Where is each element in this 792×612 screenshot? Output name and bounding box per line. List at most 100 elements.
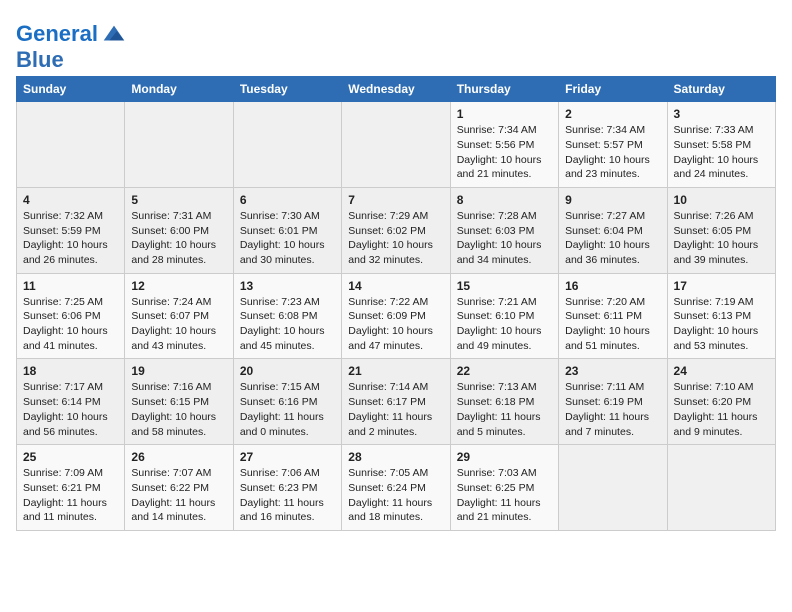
day-info-line: Daylight: 10 hours bbox=[23, 238, 118, 253]
day-number: 27 bbox=[240, 450, 335, 464]
day-info-line: Daylight: 11 hours bbox=[457, 410, 552, 425]
day-info-line: Sunset: 6:04 PM bbox=[565, 224, 660, 239]
day-info-line: Sunset: 6:03 PM bbox=[457, 224, 552, 239]
day-info-line: Sunset: 6:11 PM bbox=[565, 309, 660, 324]
day-info-line: Daylight: 10 hours bbox=[348, 238, 443, 253]
day-info-line: and 23 minutes. bbox=[565, 167, 660, 182]
day-info-line: Daylight: 11 hours bbox=[457, 496, 552, 511]
day-info-line: and 7 minutes. bbox=[565, 425, 660, 440]
calendar-cell: 18Sunrise: 7:17 AMSunset: 6:14 PMDayligh… bbox=[17, 359, 125, 445]
calendar-cell: 12Sunrise: 7:24 AMSunset: 6:07 PMDayligh… bbox=[125, 273, 233, 359]
day-info-line: Daylight: 11 hours bbox=[565, 410, 660, 425]
calendar-cell: 8Sunrise: 7:28 AMSunset: 6:03 PMDaylight… bbox=[450, 187, 558, 273]
day-number: 25 bbox=[23, 450, 118, 464]
day-info-line: Daylight: 11 hours bbox=[348, 496, 443, 511]
day-info-line: Sunrise: 7:19 AM bbox=[674, 295, 769, 310]
day-info-line: Daylight: 11 hours bbox=[23, 496, 118, 511]
day-info-line: Daylight: 11 hours bbox=[240, 496, 335, 511]
day-info-line: Sunset: 6:21 PM bbox=[23, 481, 118, 496]
day-info-line: Sunset: 6:20 PM bbox=[674, 395, 769, 410]
logo-text-2: Blue bbox=[16, 48, 128, 72]
logo-icon bbox=[100, 20, 128, 48]
day-info-line: Daylight: 10 hours bbox=[457, 324, 552, 339]
day-number: 12 bbox=[131, 279, 226, 293]
day-info-line: Sunrise: 7:30 AM bbox=[240, 209, 335, 224]
day-info-line: Daylight: 10 hours bbox=[23, 410, 118, 425]
day-info-line: and 21 minutes. bbox=[457, 167, 552, 182]
day-number: 18 bbox=[23, 364, 118, 378]
day-info-line: Sunset: 5:58 PM bbox=[674, 138, 769, 153]
day-info-line: Sunset: 6:23 PM bbox=[240, 481, 335, 496]
day-number: 1 bbox=[457, 107, 552, 121]
calendar-cell bbox=[17, 102, 125, 188]
week-row-4: 18Sunrise: 7:17 AMSunset: 6:14 PMDayligh… bbox=[17, 359, 776, 445]
day-info-line: Sunset: 5:59 PM bbox=[23, 224, 118, 239]
calendar-cell: 11Sunrise: 7:25 AMSunset: 6:06 PMDayligh… bbox=[17, 273, 125, 359]
day-number: 28 bbox=[348, 450, 443, 464]
day-info-line: and 14 minutes. bbox=[131, 510, 226, 525]
day-info-line: Sunset: 6:06 PM bbox=[23, 309, 118, 324]
calendar-cell: 28Sunrise: 7:05 AMSunset: 6:24 PMDayligh… bbox=[342, 445, 450, 531]
day-info-line: and 16 minutes. bbox=[240, 510, 335, 525]
day-info-line: Sunset: 6:01 PM bbox=[240, 224, 335, 239]
logo: General Blue bbox=[16, 20, 128, 72]
calendar-cell bbox=[342, 102, 450, 188]
day-info-line: Daylight: 10 hours bbox=[348, 324, 443, 339]
calendar-cell: 17Sunrise: 7:19 AMSunset: 6:13 PMDayligh… bbox=[667, 273, 775, 359]
day-number: 21 bbox=[348, 364, 443, 378]
day-info-line: Sunrise: 7:17 AM bbox=[23, 380, 118, 395]
day-info-line: Daylight: 10 hours bbox=[674, 238, 769, 253]
day-info-line: Daylight: 10 hours bbox=[23, 324, 118, 339]
day-info-line: Sunrise: 7:34 AM bbox=[457, 123, 552, 138]
day-number: 26 bbox=[131, 450, 226, 464]
day-info-line: Sunrise: 7:25 AM bbox=[23, 295, 118, 310]
day-info-line: and 47 minutes. bbox=[348, 339, 443, 354]
day-info-line: Daylight: 10 hours bbox=[457, 153, 552, 168]
day-info-line: Sunrise: 7:31 AM bbox=[131, 209, 226, 224]
calendar-cell: 21Sunrise: 7:14 AMSunset: 6:17 PMDayligh… bbox=[342, 359, 450, 445]
day-info-line: and 5 minutes. bbox=[457, 425, 552, 440]
day-info-line: Daylight: 11 hours bbox=[674, 410, 769, 425]
day-info-line: Daylight: 10 hours bbox=[240, 238, 335, 253]
day-number: 16 bbox=[565, 279, 660, 293]
day-info-line: Daylight: 10 hours bbox=[565, 153, 660, 168]
day-info-line: Sunset: 6:07 PM bbox=[131, 309, 226, 324]
day-info-line: Sunset: 5:56 PM bbox=[457, 138, 552, 153]
day-info-line: Sunrise: 7:26 AM bbox=[674, 209, 769, 224]
day-number: 29 bbox=[457, 450, 552, 464]
day-info-line: Daylight: 10 hours bbox=[565, 324, 660, 339]
day-number: 17 bbox=[674, 279, 769, 293]
calendar-table: SundayMondayTuesdayWednesdayThursdayFrid… bbox=[16, 76, 776, 531]
day-number: 13 bbox=[240, 279, 335, 293]
calendar-cell: 13 Sunrise: 7:23 AMSunset: 6:08 PMDayligh… bbox=[233, 273, 341, 359]
calendar-cell: 26Sunrise: 7:07 AMSunset: 6:22 PMDayligh… bbox=[125, 445, 233, 531]
day-info-line: Daylight: 10 hours bbox=[240, 324, 335, 339]
calendar-header: SundayMondayTuesdayWednesdayThursdayFrid… bbox=[17, 77, 776, 102]
day-info-line: Daylight: 11 hours bbox=[131, 496, 226, 511]
day-info-line: and 9 minutes. bbox=[674, 425, 769, 440]
day-info-line: Sunrise: 7:32 AM bbox=[23, 209, 118, 224]
day-number: 20 bbox=[240, 364, 335, 378]
day-info-line: and 26 minutes. bbox=[23, 253, 118, 268]
day-info-line: Daylight: 10 hours bbox=[131, 410, 226, 425]
day-info-line: and 36 minutes. bbox=[565, 253, 660, 268]
calendar-cell: 9Sunrise: 7:27 AMSunset: 6:04 PMDaylight… bbox=[559, 187, 667, 273]
calendar-cell bbox=[233, 102, 341, 188]
day-info-line: Sunset: 6:05 PM bbox=[674, 224, 769, 239]
day-info-line: Sunrise: 7:14 AM bbox=[348, 380, 443, 395]
day-number: 4 bbox=[23, 193, 118, 207]
day-info-line: and 51 minutes. bbox=[565, 339, 660, 354]
day-info-line: Sunset: 6:08 PM bbox=[240, 309, 335, 324]
day-info-line: and 49 minutes. bbox=[457, 339, 552, 354]
calendar-cell bbox=[559, 445, 667, 531]
day-info-line: Sunset: 6:17 PM bbox=[348, 395, 443, 410]
day-info-line: Sunrise: 7:23 AM bbox=[240, 295, 335, 310]
weekday-header-thursday: Thursday bbox=[450, 77, 558, 102]
day-info-line: Sunset: 6:19 PM bbox=[565, 395, 660, 410]
day-info-line: and 11 minutes. bbox=[23, 510, 118, 525]
weekday-header-monday: Monday bbox=[125, 77, 233, 102]
day-info-line: Sunrise: 7:05 AM bbox=[348, 466, 443, 481]
week-row-3: 11Sunrise: 7:25 AMSunset: 6:06 PMDayligh… bbox=[17, 273, 776, 359]
day-info-line: Sunrise: 7:20 AM bbox=[565, 295, 660, 310]
calendar-body: 1Sunrise: 7:34 AMSunset: 5:56 PMDaylight… bbox=[17, 102, 776, 531]
